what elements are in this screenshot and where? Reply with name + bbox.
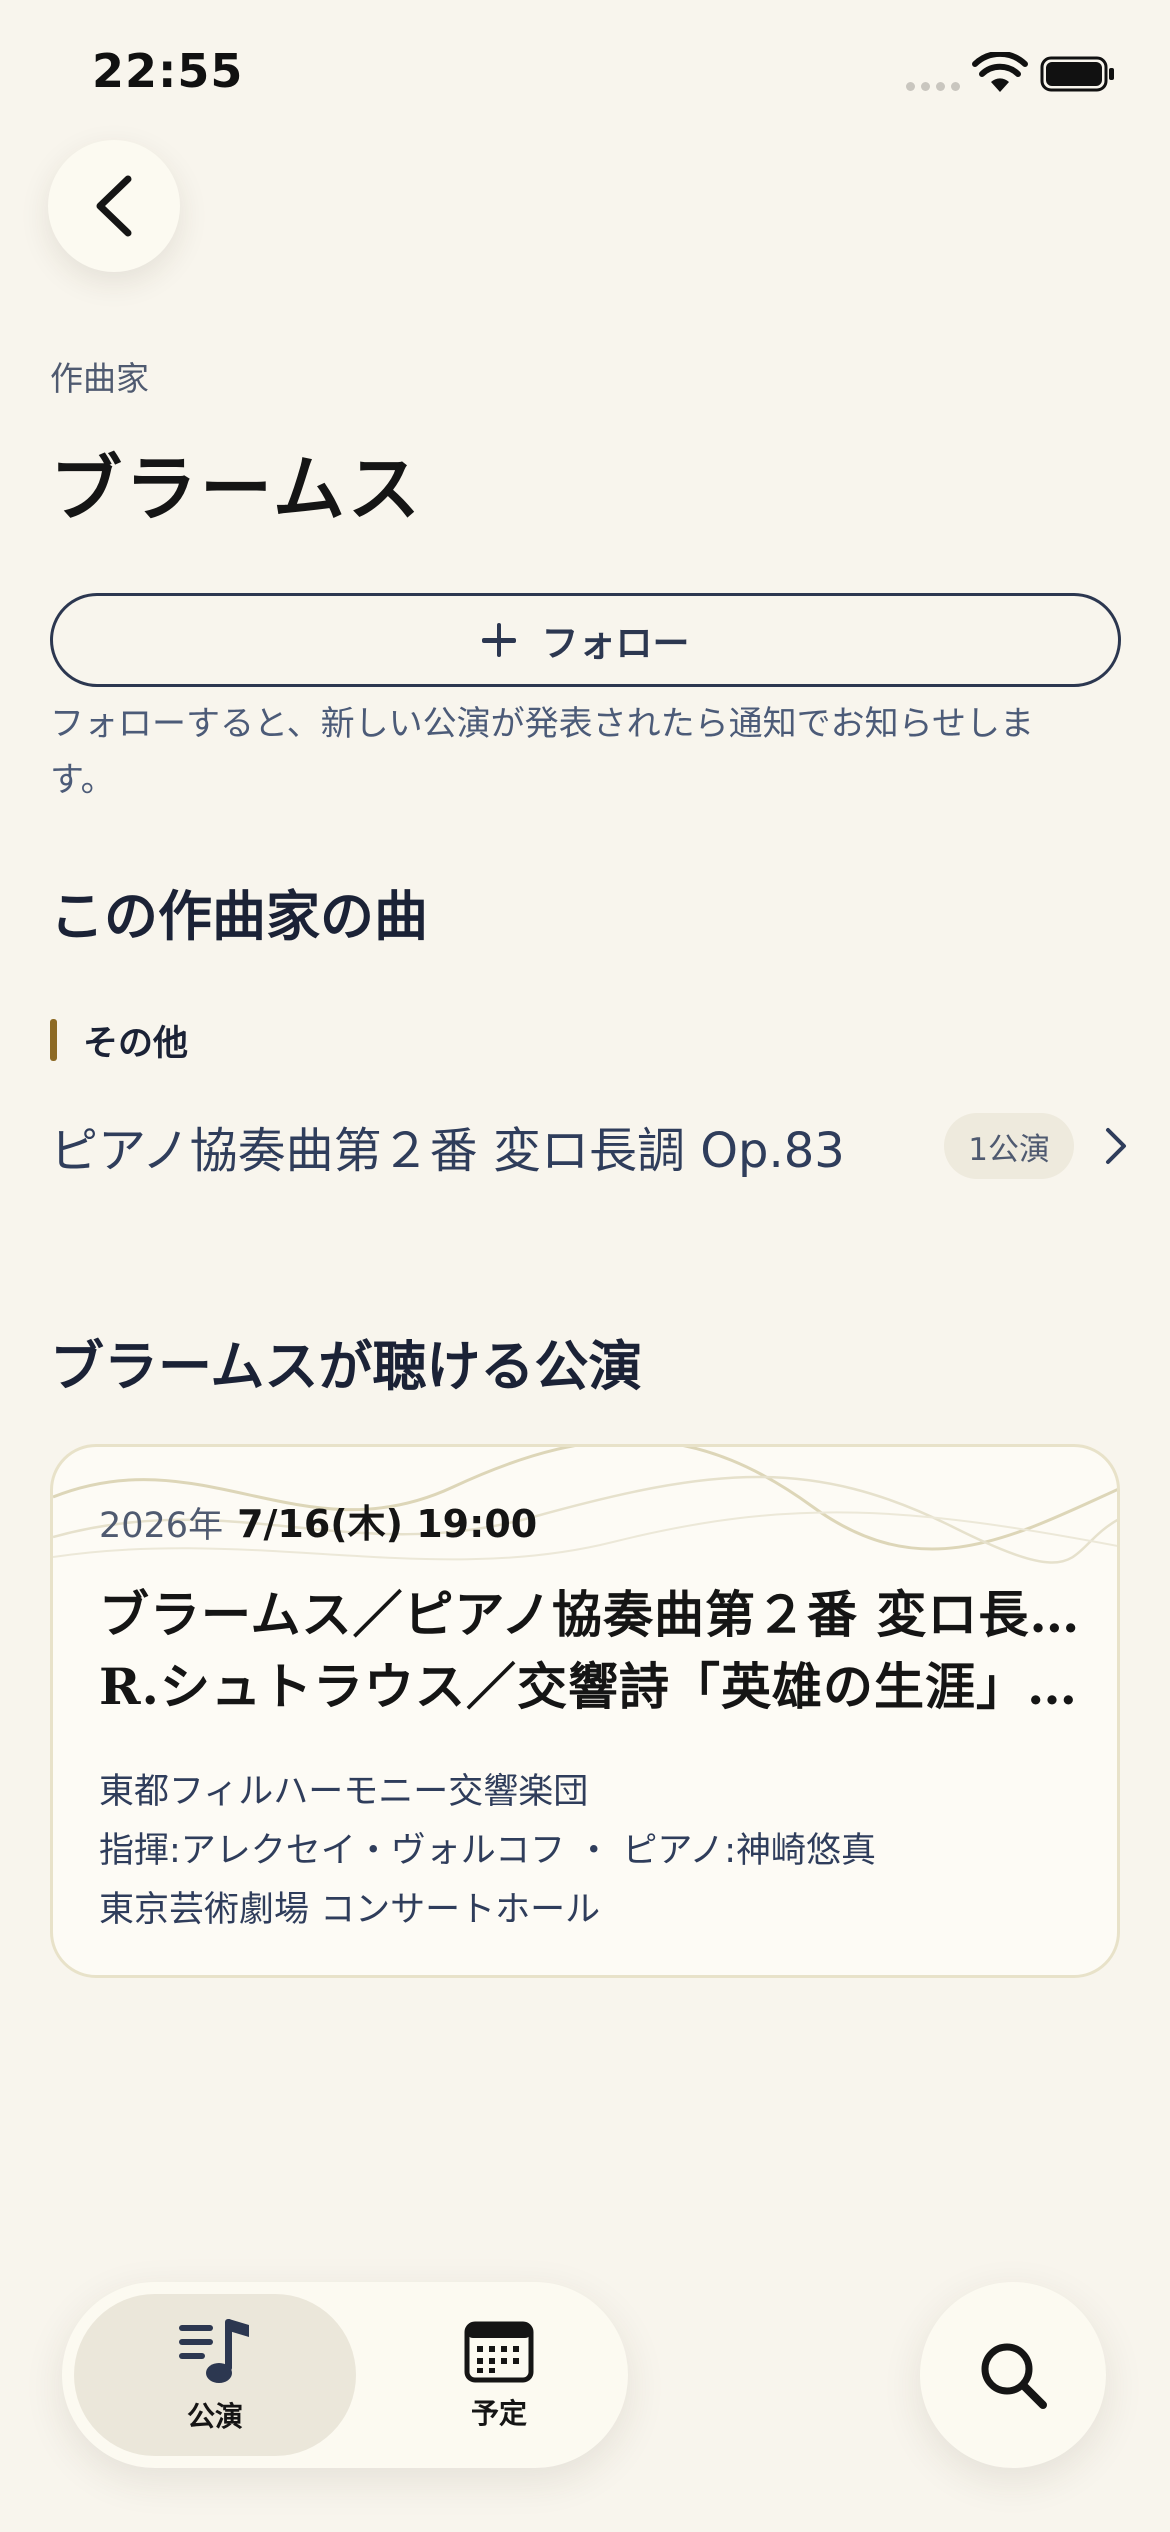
follow-button[interactable]: フォロー [50, 593, 1121, 687]
concert-datetime: 7/16(木) 19:00 [237, 1502, 538, 1546]
concert-orchestra: 東都フィルハーモニー交響楽団 [99, 1772, 589, 1812]
music-note-icon [179, 2319, 249, 2383]
works-section-title: この作曲家の曲 [50, 885, 428, 948]
cellular-signal-icon [906, 82, 960, 91]
calendar-icon [464, 2321, 534, 2383]
concert-program: ブラームス／ピアノ協奏曲第２番 変ロ長調 Op.83 R.シュトラウス／交響詩「… [99, 1579, 1089, 1723]
concerts-section-title: ブラームスが聴ける公演 [50, 1335, 643, 1398]
concert-year: 2026年 [99, 1506, 224, 1546]
follow-button-label: フォロー [541, 622, 690, 665]
battery-icon [1040, 56, 1114, 92]
work-title: ピアノ協奏曲第２番 変ロ長調 Op.83 [50, 1123, 845, 1179]
works-group-label: その他 [50, 1018, 188, 1064]
work-row[interactable]: ピアノ協奏曲第２番 変ロ長調 Op.83 1公演 [50, 1100, 1130, 1192]
page-title: ブラームス [50, 446, 423, 531]
tab-schedule[interactable]: 予定 [392, 2294, 606, 2456]
concert-card[interactable]: 2026年 7/16(木) 19:00 ブラームス／ピアノ協奏曲第２番 変ロ長調… [50, 1444, 1120, 1978]
search-button[interactable] [920, 2282, 1106, 2468]
concert-details: 東都フィルハーモニー交響楽団 指揮:アレクセイ・ヴォルコフ ・ ピアノ:神崎悠真… [99, 1763, 1089, 1940]
group-label-text: その他 [83, 1023, 189, 1064]
group-accent-bar [50, 1019, 57, 1061]
follow-note: フォローすると、新しい公演が発表されたら通知でお知らせします。 [50, 704, 1034, 800]
wifi-icon [972, 52, 1028, 92]
program-line: ブラームス／ピアノ協奏曲第２番 変ロ長調 Op.83 [99, 1585, 1089, 1644]
concert-count-badge: 1公演 [944, 1113, 1074, 1179]
chevron-left-icon [96, 175, 132, 237]
concert-venue: 東京芸術劇場 コンサートホール [99, 1890, 601, 1930]
concert-date: 2026年 7/16(木) 19:00 [99, 1493, 537, 1548]
back-button[interactable] [48, 140, 180, 272]
tab-schedule-label: 予定 [470, 2397, 527, 2430]
program-line: R.シュトラウス／交響詩「英雄の生涯」Op.40 [99, 1657, 1089, 1716]
concert-performers: 指揮:アレクセイ・ヴォルコフ ・ ピアノ:神崎悠真 [99, 1831, 876, 1871]
tab-concerts[interactable]: 公演 [74, 2294, 356, 2456]
chevron-right-icon [1106, 1128, 1126, 1164]
search-icon [981, 2343, 1047, 2409]
status-time: 22:55 [92, 44, 244, 98]
category-label: 作曲家 [50, 359, 149, 398]
tab-bar: 公演 予定 [62, 2282, 628, 2468]
status-bar: 22:55 [0, 0, 1170, 140]
plus-icon [481, 623, 516, 657]
tab-concerts-label: 公演 [186, 2400, 243, 2433]
